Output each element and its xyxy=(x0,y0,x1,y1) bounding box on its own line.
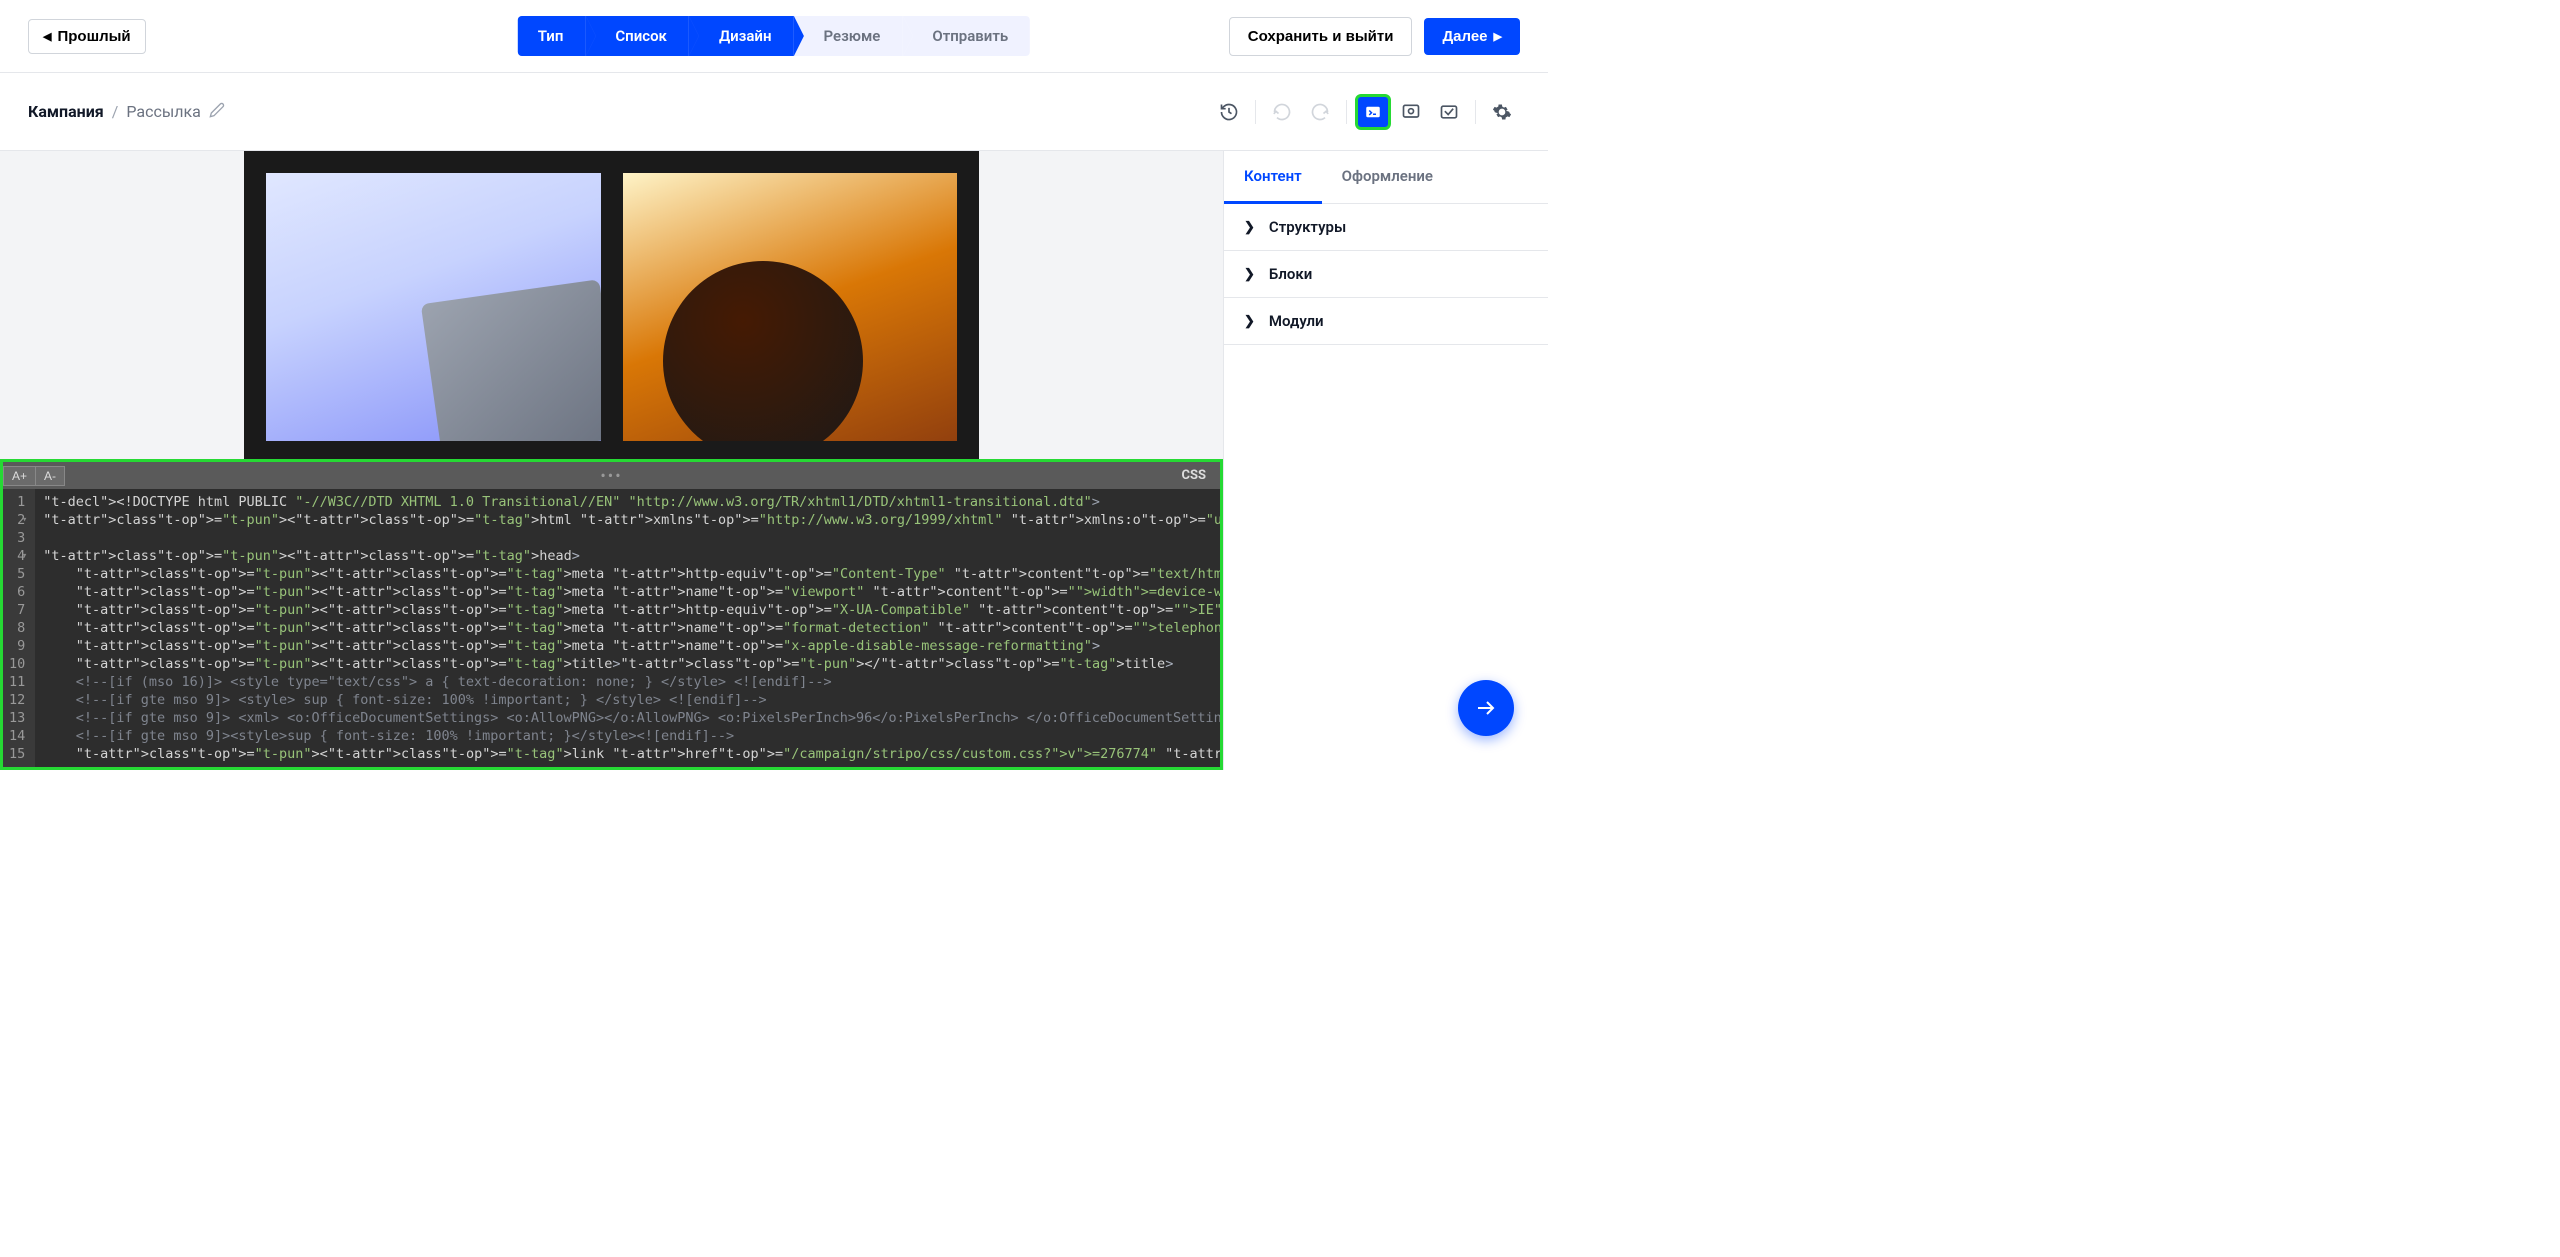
font-increase-button[interactable]: A+ xyxy=(3,466,36,486)
step-send[interactable]: Отправить xyxy=(902,16,1030,56)
step-type[interactable]: Тип xyxy=(518,16,586,56)
step-design[interactable]: Дизайн xyxy=(689,16,794,56)
step-list[interactable]: Список xyxy=(585,16,689,56)
next-button[interactable]: Далее ▶ xyxy=(1424,18,1520,55)
accordion-modules[interactable]: ❯ Модули xyxy=(1224,298,1548,345)
code-editor[interactable]: 123456789101112131415 "t-decl"><!DOCTYPE… xyxy=(3,489,1220,767)
drag-handle-icon[interactable]: ••• xyxy=(600,466,622,485)
email-preview[interactable] xyxy=(244,151,979,463)
breadcrumb-separator: / xyxy=(112,102,119,121)
sub-header: Кампания / Рассылка xyxy=(0,73,1548,151)
tab-content[interactable]: Контент xyxy=(1224,151,1322,204)
main-area: A+ A- ••• CSS 123456789101112131415 "t-d… xyxy=(0,151,1548,770)
save-exit-button[interactable]: Сохранить и выйти xyxy=(1229,17,1413,56)
code-editor-panel: A+ A- ••• CSS 123456789101112131415 "t-d… xyxy=(0,459,1223,770)
edit-name-icon[interactable] xyxy=(209,102,225,122)
undo-icon[interactable] xyxy=(1264,94,1300,130)
side-tabs: Контент Оформление xyxy=(1224,151,1548,204)
next-button-label: Далее xyxy=(1442,28,1487,45)
code-content[interactable]: "t-decl"><!DOCTYPE html PUBLIC "-//W3C//… xyxy=(35,489,1220,767)
send-fab[interactable] xyxy=(1458,680,1514,736)
code-view-icon[interactable] xyxy=(1355,94,1391,130)
accordion-blocks[interactable]: ❯ Блоки xyxy=(1224,251,1548,298)
canvas-area: A+ A- ••• CSS 123456789101112131415 "t-d… xyxy=(0,151,1223,770)
code-editor-toolbar: A+ A- ••• CSS xyxy=(3,462,1220,489)
top-bar: ◀ Прошлый Тип Список Дизайн Резюме Отпра… xyxy=(0,0,1548,73)
chevron-right-icon: ❯ xyxy=(1244,220,1255,235)
settings-icon[interactable] xyxy=(1484,94,1520,130)
history-icon[interactable] xyxy=(1211,94,1247,130)
preview-icon[interactable] xyxy=(1393,94,1429,130)
accordion-label: Структуры xyxy=(1269,218,1346,236)
breadcrumb-sub: Рассылка xyxy=(126,102,200,121)
line-gutter: 123456789101112131415 xyxy=(3,489,35,767)
side-panel: Контент Оформление ❯ Структуры ❯ Блоки ❯… xyxy=(1223,151,1548,770)
css-tab[interactable]: CSS xyxy=(1167,468,1220,483)
top-actions: Сохранить и выйти Далее ▶ xyxy=(1229,17,1520,56)
step-summary[interactable]: Резюме xyxy=(793,16,902,56)
test-email-icon[interactable] xyxy=(1431,94,1467,130)
accordion-structures[interactable]: ❯ Структуры xyxy=(1224,204,1548,251)
chevron-right-icon: ❯ xyxy=(1244,314,1255,329)
breadcrumb-main: Кампания xyxy=(28,102,104,121)
previous-button[interactable]: ◀ Прошлый xyxy=(28,19,146,54)
font-decrease-button[interactable]: A- xyxy=(36,466,65,486)
accordion-label: Блоки xyxy=(1269,265,1312,283)
breadcrumb: Кампания / Рассылка xyxy=(28,102,225,122)
editor-toolbar xyxy=(1211,94,1520,130)
email-image-row xyxy=(266,173,957,441)
chevron-right-icon: ❯ xyxy=(1244,267,1255,282)
email-image-right[interactable] xyxy=(623,173,958,441)
previous-button-label: Прошлый xyxy=(57,28,130,45)
step-wizard: Тип Список Дизайн Резюме Отправить xyxy=(518,16,1030,56)
email-image-left[interactable] xyxy=(266,173,601,441)
redo-icon[interactable] xyxy=(1302,94,1338,130)
caret-left-icon: ◀ xyxy=(43,30,51,43)
caret-right-icon: ▶ xyxy=(1494,30,1502,43)
accordion-label: Модули xyxy=(1269,312,1324,330)
tab-design[interactable]: Оформление xyxy=(1322,151,1453,203)
